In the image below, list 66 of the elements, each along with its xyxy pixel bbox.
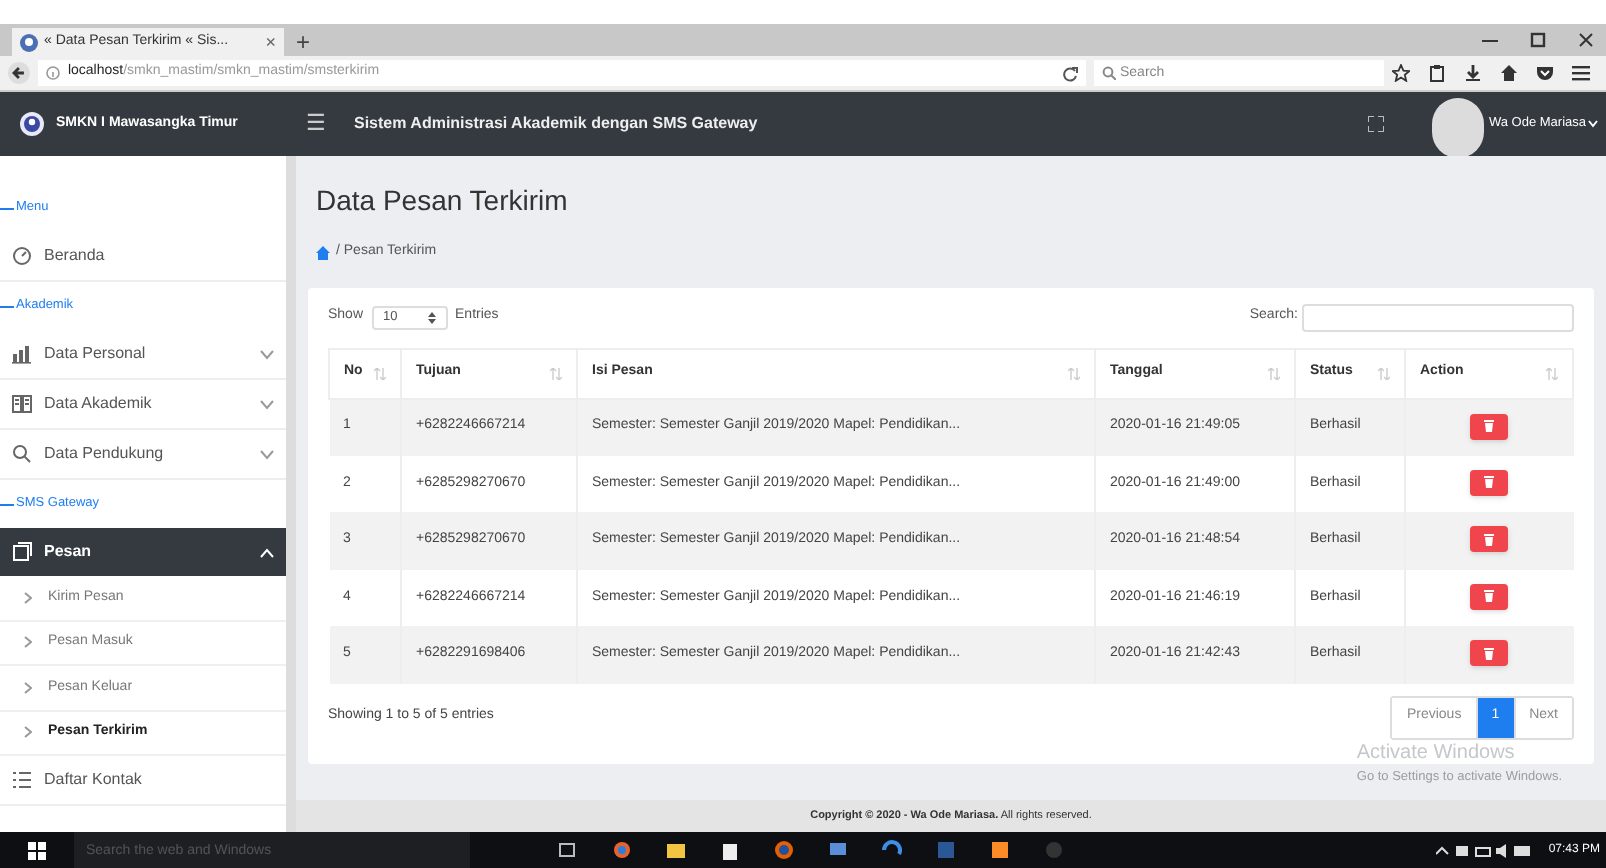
store-icon[interactable] [720,840,740,860]
page-title: Data Pesan Terkirim [316,182,570,220]
tab-close-button[interactable]: × [265,33,276,51]
sort-icon [1546,367,1558,379]
sort-caret-icon [427,311,436,323]
pocket-icon[interactable] [1536,64,1554,82]
menu-toggle-button[interactable]: ☰ [306,107,326,141]
home-icon[interactable] [1500,64,1518,82]
chevron-down-icon [260,399,274,409]
folder-icon[interactable] [666,840,686,860]
download-icon[interactable] [1464,64,1482,82]
task-view-icon[interactable] [558,840,578,860]
app-icon[interactable] [828,840,848,860]
fullscreen-icon[interactable] [1368,116,1385,132]
back-icon[interactable] [8,62,30,84]
browser-icon[interactable] [882,840,902,860]
chevron-right-icon [24,681,32,694]
clipboard-icon[interactable] [1428,64,1446,82]
sort-icon [1068,367,1080,379]
chevron-right-icon [24,636,32,649]
browser-icon[interactable] [774,840,794,860]
delete-button[interactable] [1470,640,1509,667]
windows-start-icon[interactable] [28,841,46,859]
close-icon[interactable] [1578,32,1594,48]
star-icon[interactable] [1392,64,1410,82]
new-tab-button[interactable]: + [296,28,311,56]
trash-icon [1484,420,1495,432]
trash-icon [1484,590,1495,603]
delete-button[interactable] [1470,469,1509,496]
trash-icon [1484,533,1495,546]
sort-icon [1378,367,1390,379]
delete-button[interactable] [1470,413,1509,439]
caret-icon [1588,120,1598,128]
avatar-placeholder [1432,98,1485,158]
sort-icon [374,367,386,379]
gauge-icon [12,246,32,266]
sidebar-item[interactable]: Pesan [0,528,286,576]
chevron-down-icon [260,349,274,359]
app-icon[interactable] [990,840,1010,860]
restore-icon[interactable] [1530,32,1546,48]
search-icon [12,444,32,464]
delete-button[interactable] [1470,526,1509,553]
bar-chart-icon [12,344,32,364]
trash-icon [1484,476,1495,489]
chevron-right-icon [24,591,32,604]
menu-icon[interactable] [1572,64,1590,82]
chevron-down-icon [260,449,274,459]
sort-icon [550,367,562,379]
document-icon [12,542,32,562]
app-title: Sistem Administrasi Akademik dengan SMS Gateway [354,112,758,136]
activation-title: Activate Windows [1356,740,1517,769]
delete-button[interactable] [1470,583,1509,610]
table-search-field[interactable] [1302,303,1574,331]
list-icon [12,770,32,790]
globe-icon [20,33,38,51]
chevron-right-icon [24,726,32,739]
trash-icon [1484,647,1495,660]
chevron-up-icon [260,547,274,557]
logo-icon [20,112,44,136]
document-icon[interactable] [936,840,956,860]
sort-icon [1268,367,1280,379]
search-icon [1102,66,1116,80]
reload-icon[interactable] [1062,65,1078,81]
app-icon[interactable] [612,840,632,860]
info-icon [45,66,60,80]
book-icon [12,394,32,414]
